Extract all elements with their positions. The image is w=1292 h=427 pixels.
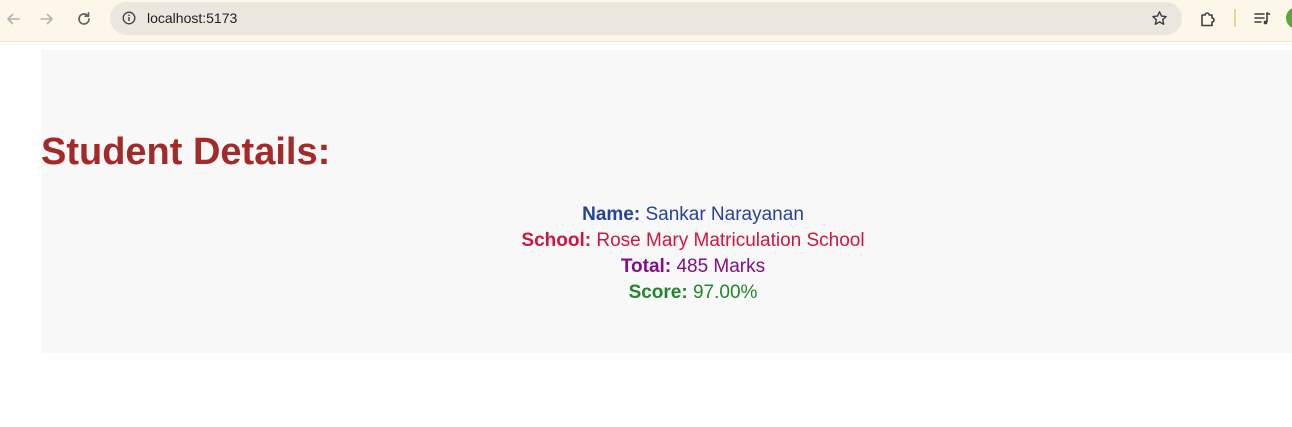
profile-avatar-icon[interactable]	[1286, 7, 1292, 29]
score-value: 97.00%	[692, 282, 758, 303]
extensions-puzzle-icon[interactable]	[1196, 7, 1220, 31]
school-row: School: Rose Mary Matriculation School	[41, 228, 1292, 254]
name-label: Name:	[582, 204, 641, 225]
site-info-icon[interactable]	[118, 7, 140, 29]
score-row: Score: 97.00%	[41, 280, 1292, 306]
school-value: Rose Mary Matriculation School	[596, 230, 865, 251]
name-value: Sankar Narayanan	[645, 204, 804, 225]
student-details-card: Student Details: Name: Sankar Narayanan …	[41, 50, 1292, 353]
reload-icon[interactable]	[72, 7, 96, 31]
browser-toolbar: localhost:5173	[0, 0, 1292, 42]
forward-arrow-icon[interactable]	[35, 7, 59, 31]
media-control-icon[interactable]	[1250, 7, 1274, 31]
bookmark-star-icon[interactable]	[1148, 7, 1170, 29]
toolbar-separator	[1234, 9, 1236, 27]
url-text[interactable]: localhost:5173	[147, 10, 237, 27]
name-row: Name: Sankar Narayanan	[41, 202, 1292, 228]
total-label: Total:	[620, 256, 672, 277]
address-bar[interactable]: localhost:5173	[110, 2, 1182, 35]
page-title: Student Details:	[41, 131, 331, 173]
back-arrow-icon[interactable]	[1, 7, 25, 31]
total-value: 485 Marks	[676, 256, 766, 277]
total-row: Total: 485 Marks	[41, 254, 1292, 280]
school-label: School:	[521, 230, 592, 251]
score-label: Score:	[628, 282, 688, 303]
